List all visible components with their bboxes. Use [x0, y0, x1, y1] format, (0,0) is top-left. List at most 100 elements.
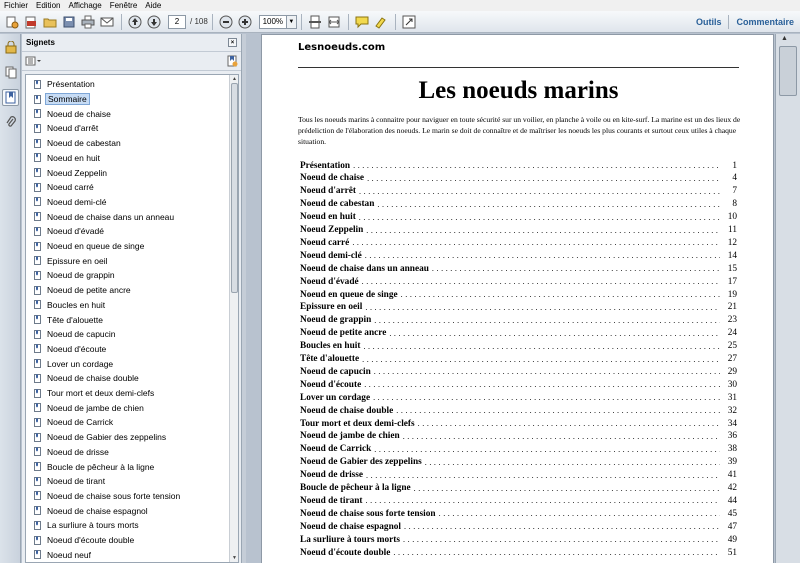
attachments-icon[interactable]	[2, 114, 19, 131]
bookmark-item[interactable]: Boucle de pêcheur à la ligne	[34, 459, 156, 474]
toc-row[interactable]: Noeud en huit...........................…	[300, 211, 737, 224]
bookmark-item[interactable]: Tête d'alouette	[34, 312, 105, 327]
bookmark-item[interactable]: Noeud en huit	[34, 151, 102, 166]
page-number-input[interactable]: 2	[168, 14, 186, 29]
toc-row[interactable]: Noeud de chaise.........................…	[300, 172, 737, 185]
print-icon[interactable]	[79, 13, 97, 31]
scroll-up-icon[interactable]: ▲	[230, 75, 238, 83]
zoom-select[interactable]: 100% ▼	[258, 14, 297, 29]
bookmark-item[interactable]: Noeud neuf	[34, 547, 93, 562]
bookmark-item[interactable]: Noeud de chaise dans un anneau	[34, 209, 176, 224]
bookmark-item[interactable]: Noeud de Carrick	[34, 415, 115, 430]
toc-row[interactable]: Tour mort et deux demi-clefs............…	[300, 417, 737, 430]
bookmark-item[interactable]: Noeud de tirant	[34, 474, 107, 489]
fullscreen-icon[interactable]	[400, 13, 418, 31]
lock-icon[interactable]	[2, 39, 19, 56]
zoom-value[interactable]: 100%	[258, 14, 287, 29]
toc-row[interactable]: Epissure en oeil........................…	[300, 301, 737, 314]
toc-row[interactable]: Noeud de capucin........................…	[300, 365, 737, 378]
menu-aide[interactable]: Aide	[141, 0, 165, 11]
bookmark-item[interactable]: Noeud de chaise	[34, 106, 113, 121]
bookmark-item[interactable]: Noeud de jambe de chien	[34, 400, 146, 415]
next-page-icon[interactable]	[145, 13, 163, 31]
toc-row[interactable]: Lover un cordage........................…	[300, 391, 737, 404]
bookmark-item[interactable]: Présentation	[34, 77, 97, 92]
bookmark-item[interactable]: Noeud de petite ancre	[34, 283, 133, 298]
bookmark-item[interactable]: Noeud de chaise sous forte tension	[34, 489, 182, 504]
bookmark-item[interactable]: Noeud d'évadé	[34, 224, 106, 239]
email-icon[interactable]	[98, 13, 116, 31]
bookmark-item[interactable]: Epissure en oeil	[34, 253, 109, 268]
toc-row[interactable]: Noeud de grappin........................…	[300, 314, 737, 327]
toc-row[interactable]: Boucle de pêcheur à la ligne............…	[300, 482, 737, 495]
bookmark-item[interactable]: Noeud Zeppelin	[34, 165, 109, 180]
bookmark-item[interactable]: Noeud d'écoute double	[34, 533, 136, 548]
menu-fichier[interactable]: Fichier	[0, 0, 32, 11]
toc-row[interactable]: Noeud de Gabier des zeppelins...........…	[300, 456, 737, 469]
previous-page-icon[interactable]	[126, 13, 144, 31]
zoom-in-icon[interactable]	[236, 13, 254, 31]
bookmark-item[interactable]: Noeud d'arrêt	[34, 121, 100, 136]
new-bookmark-icon[interactable]	[226, 55, 238, 67]
bookmarks-scrollbar[interactable]: ▲ ▼	[229, 75, 238, 562]
toc-row[interactable]: Noeud de tirant.........................…	[300, 494, 737, 507]
open-icon[interactable]	[22, 13, 40, 31]
toc-row[interactable]: Tête d'alouette.........................…	[300, 353, 737, 366]
comment-link[interactable]: Commentaire	[736, 17, 794, 27]
bookmark-item[interactable]: Noeud de chaise espagnol	[34, 503, 150, 518]
bookmark-item[interactable]: Lover un cordage	[34, 356, 115, 371]
toc-row[interactable]: Noeud de chaise dans un anneau..........…	[300, 262, 737, 275]
fit-width-icon[interactable]	[325, 13, 343, 31]
close-icon[interactable]: ×	[228, 38, 237, 47]
save-icon[interactable]	[60, 13, 78, 31]
bookmark-item[interactable]: Noeud de grappin	[34, 268, 117, 283]
menu-fenetre[interactable]: Fenêtre	[106, 0, 142, 11]
scroll-down-icon[interactable]: ▼	[230, 554, 238, 562]
toc-row[interactable]: Noeud d'écoute double...................…	[300, 546, 737, 559]
comment-icon[interactable]	[353, 13, 371, 31]
toc-row[interactable]: Noeud de jambe de chien.................…	[300, 430, 737, 443]
menu-edition[interactable]: Edition	[32, 0, 64, 11]
tools-link[interactable]: Outils	[696, 17, 722, 27]
bookmark-item[interactable]: Noeud en queue de singe	[34, 239, 146, 254]
toc-row[interactable]: Noeud d'arrêt...........................…	[300, 185, 737, 198]
menu-affichage[interactable]: Affichage	[64, 0, 105, 11]
toc-row[interactable]: Noeud de chaise double..................…	[300, 404, 737, 417]
toc-row[interactable]: Noeud en queue de singe.................…	[300, 288, 737, 301]
bookmark-item[interactable]: Noeud de chaise double	[34, 371, 141, 386]
toc-row[interactable]: Noeud de cabestan.......................…	[300, 198, 737, 211]
pages-thumbnails-icon[interactable]	[2, 64, 19, 81]
bookmark-item[interactable]: Noeud demi-clé	[34, 195, 109, 210]
toc-row[interactable]: Noeud Zeppelin..........................…	[300, 224, 737, 237]
create-icon[interactable]	[3, 13, 21, 31]
scroll-up-icon[interactable]: ▲	[781, 35, 788, 42]
bookmark-item[interactable]: Noeud de Gabier des zeppelins	[34, 430, 168, 445]
options-menu-icon[interactable]	[25, 56, 41, 66]
toc-row[interactable]: Noeud carré.............................…	[300, 236, 737, 249]
toc-row[interactable]: Présentation............................…	[300, 159, 737, 172]
bookmark-item[interactable]: Tour mort et deux demi-clefs	[34, 386, 156, 401]
bookmark-item[interactable]: Noeud de drisse	[34, 445, 111, 460]
chevron-down-icon[interactable]: ▼	[286, 14, 297, 29]
toc-row[interactable]: La surliure à tours morts...............…	[300, 533, 737, 546]
bookmark-item[interactable]: Boucles en huit	[34, 298, 107, 313]
toc-row[interactable]: Noeud d'évadé...........................…	[300, 275, 737, 288]
document-scrollbar[interactable]: ▲	[775, 34, 800, 563]
bookmarks-icon[interactable]	[2, 89, 19, 106]
toc-row[interactable]: Noeud demi-clé..........................…	[300, 249, 737, 262]
highlight-icon[interactable]	[372, 13, 390, 31]
bookmark-item[interactable]: Noeud d'écoute	[34, 342, 108, 357]
toc-row[interactable]: Noeud d'écoute..........................…	[300, 378, 737, 391]
bookmark-item[interactable]: Noeud de capucin	[34, 327, 118, 342]
bookmark-item[interactable]: Noeud carré	[34, 180, 96, 195]
fit-page-icon[interactable]	[306, 13, 324, 31]
toc-row[interactable]: Noeud de Carrick........................…	[300, 443, 737, 456]
toc-row[interactable]: Noeud de petite ancre...................…	[300, 327, 737, 340]
bookmark-item[interactable]: La surliure à tours morts	[34, 518, 141, 533]
scrollbar-thumb[interactable]	[231, 83, 238, 293]
zoom-out-icon[interactable]	[217, 13, 235, 31]
toc-row[interactable]: Noeud de chaise espagnol................…	[300, 520, 737, 533]
toc-row[interactable]: Noeud de drisse.........................…	[300, 469, 737, 482]
toc-row[interactable]: Noeud de chaise sous forte tension......…	[300, 507, 737, 520]
folder-icon[interactable]	[41, 13, 59, 31]
